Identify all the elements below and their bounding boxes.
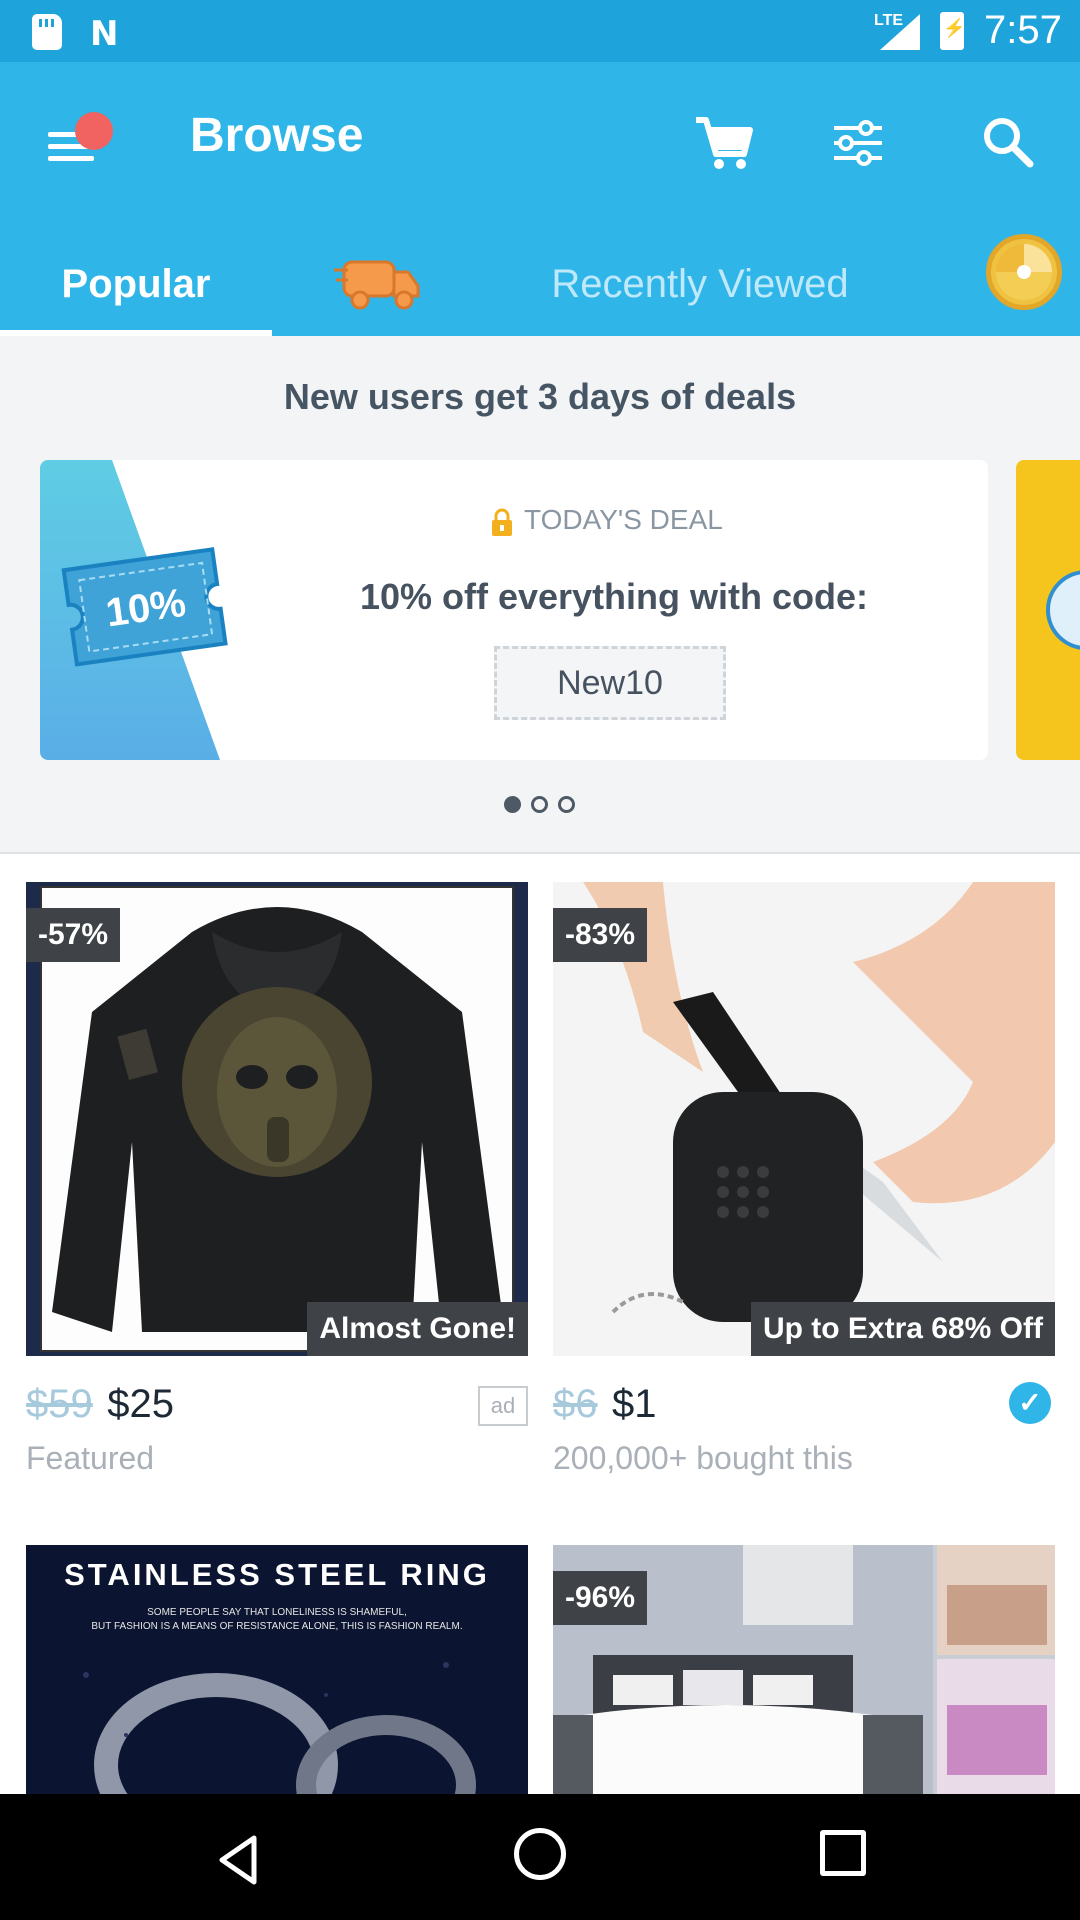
system-nav-bar: [0, 1794, 1080, 1920]
product-card[interactable]: -96%: [553, 1545, 1055, 1794]
promo-section: New users get 3 days of deals 10% TODAY'…: [0, 336, 1080, 854]
discount-badge: -96%: [553, 1571, 648, 1625]
product-subtext: 200,000+ bought this: [553, 1440, 853, 1476]
search-button[interactable]: [974, 108, 1044, 178]
next-card-art: [1046, 570, 1080, 650]
product-card[interactable]: -83% Up to Extra 68% Off $6 $1 ✓ 200,000…: [553, 882, 1055, 1502]
product-card[interactable]: STAINLESS STEEL RING SOME PEOPLE SAY THA…: [26, 1545, 528, 1794]
tab-recently-viewed[interactable]: Recently Viewed: [500, 232, 900, 336]
product-card[interactable]: -57% Almost Gone! $59 $25 ad Featured: [26, 882, 528, 1502]
recent-apps-icon[interactable]: [820, 1830, 866, 1876]
battery-charging-icon: [940, 12, 965, 50]
filter-button[interactable]: [824, 108, 894, 178]
menu-button[interactable]: [44, 112, 113, 180]
home-icon[interactable]: [514, 1828, 566, 1880]
image-title-text: STAINLESS STEEL RING: [64, 1557, 490, 1592]
stock-label: Almost Gone!: [307, 1302, 528, 1356]
spin-wheel-icon: [996, 244, 1052, 300]
verified-check-icon: ✓: [1009, 1382, 1051, 1424]
deal-description: 10% off everything with code:: [359, 576, 869, 617]
status-clock: 7:57: [984, 8, 1062, 52]
deal-label: TODAY'S DEAL: [524, 504, 723, 535]
app-bar: Browse Popular Recently Viewed: [0, 62, 1080, 336]
sale-price: $1: [611, 1382, 657, 1426]
pager-dot: [504, 796, 521, 813]
sd-card-icon: [32, 14, 62, 50]
tab-shipping[interactable]: [334, 242, 424, 322]
pager-dot: [531, 796, 548, 813]
signal-icon: [880, 14, 920, 50]
delivery-truck-icon: [334, 260, 420, 310]
cart-button[interactable]: [688, 106, 758, 176]
back-icon[interactable]: [210, 1830, 270, 1890]
original-price: $59: [26, 1382, 93, 1426]
discount-badge: -57%: [26, 908, 121, 962]
product-image[interactable]: -83% Up to Extra 68% Off: [553, 882, 1055, 1356]
promo-label: Up to Extra 68% Off: [750, 1302, 1055, 1356]
coupon-ticket-art: 10%: [40, 460, 228, 760]
ring-image: [83, 1662, 476, 1794]
pager-dot: [558, 796, 575, 813]
notification-dot: [75, 112, 113, 150]
lock-icon: [492, 508, 512, 536]
filter-sliders-icon: [834, 120, 882, 166]
product-image[interactable]: -96%: [553, 1545, 1055, 1794]
ad-badge: ad: [478, 1386, 528, 1426]
cart-icon: [696, 117, 753, 169]
product-subtext: Featured: [26, 1440, 155, 1476]
tab-spin-wheel[interactable]: [986, 234, 1062, 310]
original-price: $6: [553, 1382, 598, 1426]
tab-popular[interactable]: Popular: [0, 232, 272, 336]
carousel-pager: [500, 796, 580, 816]
status-bar: N LTE 7:57: [0, 0, 1080, 62]
image-caption-text: SOME PEOPLE SAY THAT LONELINESS IS SHAME…: [147, 1607, 407, 1618]
discount-badge: -83%: [553, 908, 648, 962]
sale-price: $25: [107, 1382, 174, 1426]
page-title: Browse: [190, 109, 364, 162]
price-row: $59 $25 ad: [26, 1382, 528, 1432]
price-row: $6 $1 ✓: [553, 1382, 1055, 1432]
search-icon: [984, 118, 1034, 168]
promo-code[interactable]: New10: [494, 646, 726, 720]
image-caption-text: BUT FASHION IS A MEANS OF RESISTANCE ALO…: [91, 1621, 463, 1632]
promo-heading: New users get 3 days of deals: [283, 376, 797, 417]
n-notification-icon: N: [90, 14, 119, 54]
deal-card[interactable]: 10% TODAY'S DEAL 10% off everything with…: [40, 460, 988, 760]
next-deal-card[interactable]: [1016, 460, 1080, 760]
product-image[interactable]: STAINLESS STEEL RING SOME PEOPLE SAY THA…: [26, 1545, 528, 1794]
product-image[interactable]: -57% Almost Gone!: [26, 882, 528, 1356]
